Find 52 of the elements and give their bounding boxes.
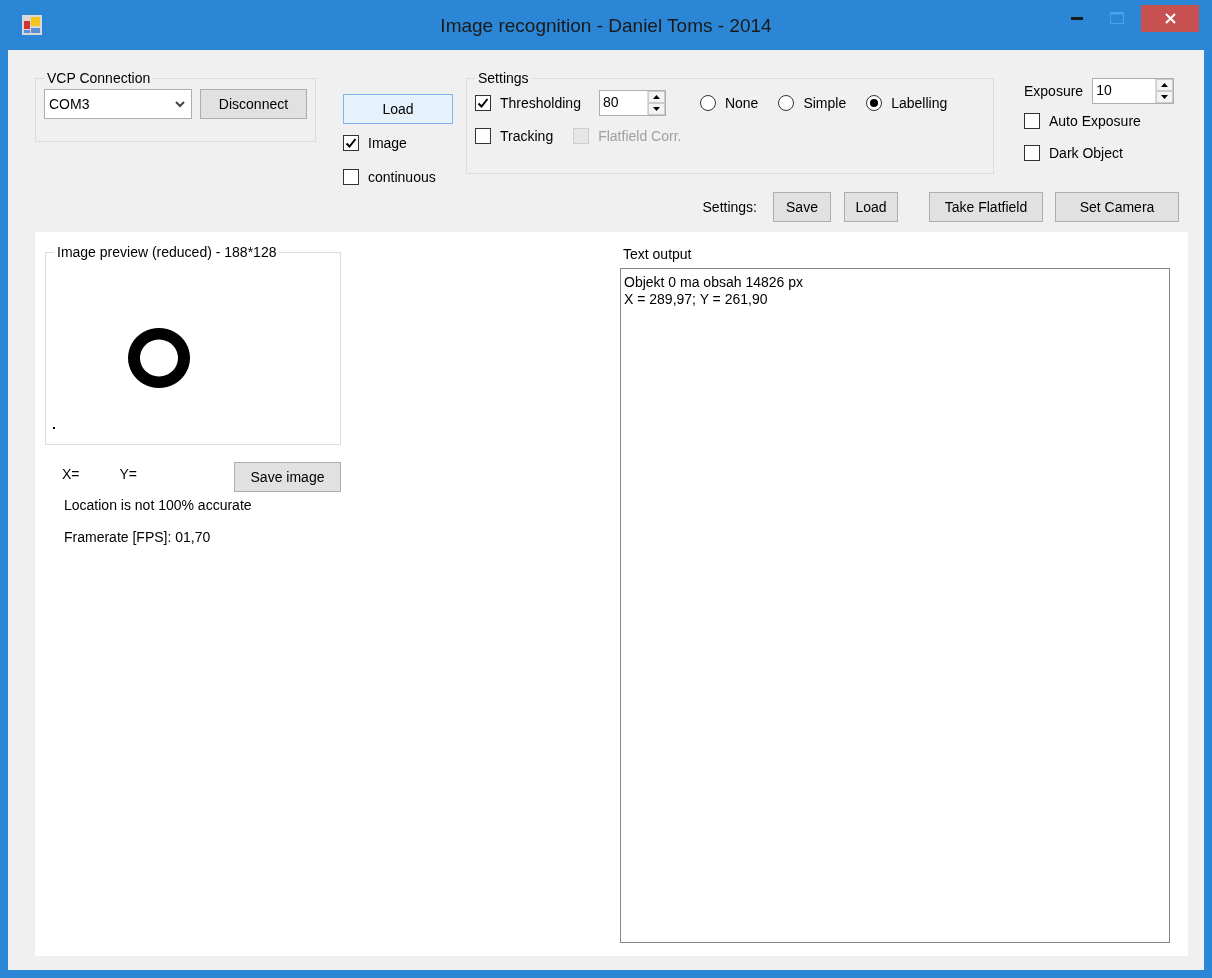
framerate-text: Framerate [FPS]: 01,70 bbox=[63, 529, 212, 545]
radio-label: Labelling bbox=[891, 95, 948, 111]
save-button[interactable]: Save bbox=[773, 192, 831, 222]
spin-down-icon[interactable] bbox=[647, 103, 665, 115]
text-output-field[interactable]: Objekt 0 ma obsah 14826 px X = 289,97; Y = 261,90 bbox=[620, 268, 1170, 943]
close-button[interactable] bbox=[1141, 4, 1199, 32]
radio-label: Simple bbox=[803, 95, 847, 111]
x-label: X= bbox=[62, 466, 80, 482]
ring-drawing bbox=[128, 328, 190, 388]
spin-up-icon[interactable] bbox=[647, 91, 665, 103]
load-settings-button[interactable]: Load bbox=[844, 192, 898, 222]
maximize-icon bbox=[1110, 12, 1124, 24]
checkbox[interactable] bbox=[343, 169, 359, 185]
exposure-label: Exposure bbox=[1024, 83, 1084, 99]
checkbox-label: Thresholding bbox=[500, 95, 581, 111]
checkbox-label: continuous bbox=[368, 169, 436, 185]
spin-up-icon[interactable] bbox=[1156, 79, 1174, 91]
group-title: Image preview (reduced) - 188*128 bbox=[56, 244, 278, 260]
exposure-spinner[interactable]: 10 bbox=[1092, 78, 1175, 104]
checkbox-label: Image bbox=[368, 135, 407, 151]
text-output-label: Text output bbox=[623, 246, 693, 262]
group-title: Settings bbox=[477, 70, 530, 86]
radio-label: None bbox=[724, 95, 759, 111]
radio-button[interactable] bbox=[699, 95, 716, 111]
checkbox[interactable] bbox=[475, 128, 491, 144]
radio-button[interactable] bbox=[778, 95, 795, 111]
disconnect-button[interactable]: Disconnect bbox=[200, 89, 307, 119]
take-flatfield-button[interactable]: Take Flatfield bbox=[929, 192, 1043, 222]
threshold-spinner[interactable]: 80 bbox=[598, 90, 666, 116]
chevron-down-icon bbox=[175, 100, 185, 108]
set-camera-button[interactable]: Set Camera bbox=[1055, 192, 1179, 222]
y-label: Y= bbox=[119, 466, 138, 482]
radio-button[interactable] bbox=[866, 95, 883, 111]
spin-down-icon[interactable] bbox=[1156, 91, 1174, 103]
minimize-icon bbox=[1071, 16, 1083, 20]
checkbox[interactable] bbox=[1024, 145, 1040, 161]
settings-label: Settings: bbox=[702, 199, 757, 215]
window-title: Image recognition - Daniel Toms - 2014 bbox=[440, 15, 772, 37]
checkbox-label: Tracking bbox=[500, 128, 554, 144]
checkbox[interactable] bbox=[343, 135, 359, 151]
accuracy-note: Location is not 100% accurate bbox=[63, 497, 253, 513]
checkbox-label: Dark Object bbox=[1049, 145, 1123, 161]
checkbox-label: Auto Exposure bbox=[1049, 113, 1141, 129]
port-dropdown[interactable]: COM3 bbox=[44, 89, 192, 119]
close-icon bbox=[1164, 12, 1176, 24]
checkbox[interactable] bbox=[1024, 113, 1040, 129]
save-image-button[interactable]: Save image bbox=[234, 462, 341, 492]
group-title: VCP Connection bbox=[46, 70, 152, 86]
checkbox-label: Flatfield Corr. bbox=[598, 128, 682, 144]
app-icon bbox=[22, 15, 42, 35]
load-button[interactable]: Load bbox=[343, 94, 453, 124]
checkbox[interactable] bbox=[475, 95, 491, 111]
